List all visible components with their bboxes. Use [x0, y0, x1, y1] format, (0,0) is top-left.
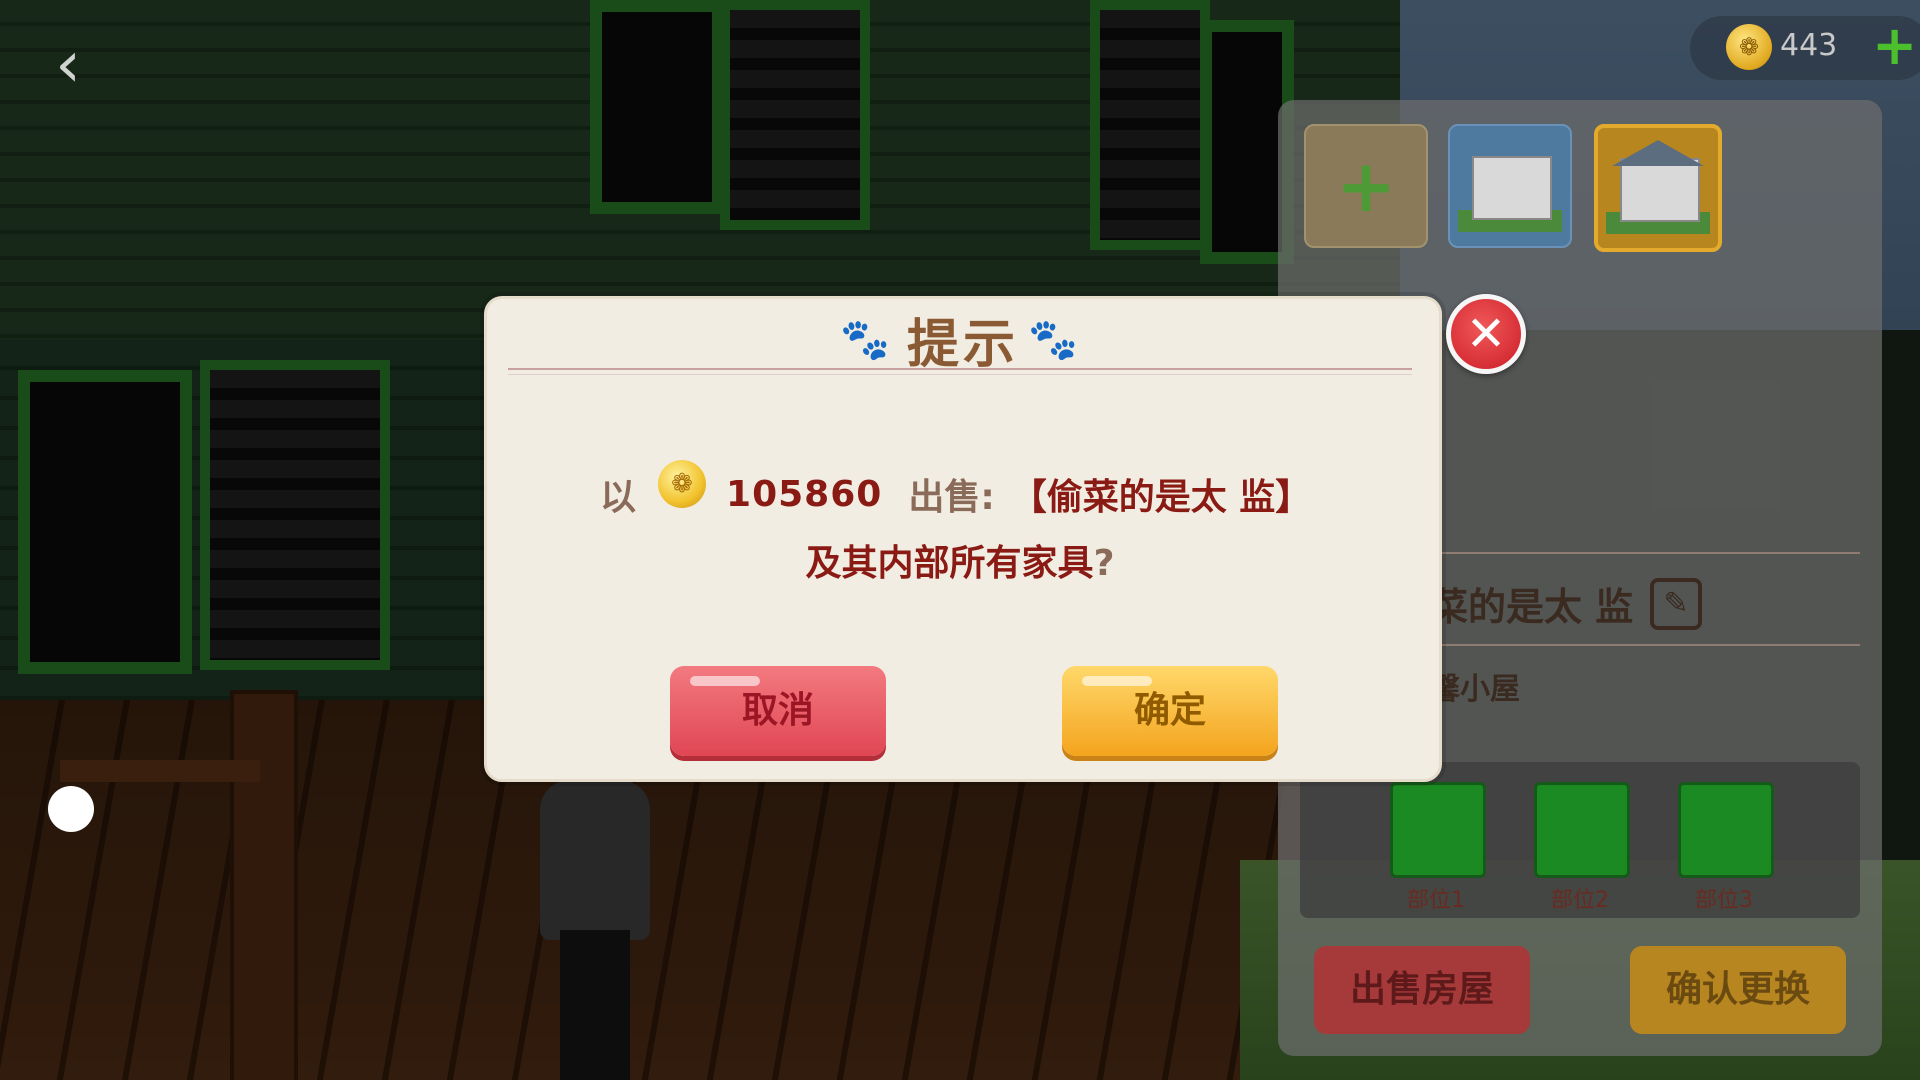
dialog-message-line1: 以 ❁ 105860 出售: 【偷菜的是太 监】 [600, 460, 1312, 520]
back-button[interactable]: ‹ [38, 30, 98, 100]
house-thumbnail [1472, 156, 1552, 220]
part-label-1: 部位1 [1407, 888, 1465, 913]
confirm-button[interactable]: 确定 [1062, 666, 1278, 756]
part-slot-2[interactable] [1534, 782, 1630, 878]
confirm-label: 确定 [1133, 690, 1206, 731]
dialog-message-line2: 及其内部所有家具? [484, 534, 1436, 586]
paw-coin-icon: ❁ [658, 460, 707, 508]
cancel-button[interactable]: 取消 [670, 666, 886, 756]
button-highlight [1082, 676, 1152, 686]
joystick-dot[interactable] [48, 786, 94, 832]
add-house-slot[interactable]: + [1304, 124, 1428, 248]
sell-house-button[interactable]: 出售房屋 [1314, 946, 1530, 1034]
panel-house-type: 馨小屋 [1430, 672, 1520, 707]
house-thumbnail [1620, 158, 1700, 222]
dialog-title: 提示 [906, 315, 1019, 375]
sell-label: 出售: [908, 477, 995, 518]
panel-house-name: 菜的是太 监 [1430, 585, 1634, 629]
house-thumbnail-roof [1612, 140, 1704, 166]
message-furniture-text: 及其内部所有家具 [805, 543, 1094, 584]
button-highlight [690, 676, 760, 686]
paw-coin-icon: ❁ [1726, 24, 1772, 70]
part-label-3: 部位3 [1695, 888, 1753, 913]
coin-count: 443 [1780, 28, 1838, 63]
house-name: 【偷菜的是太 监】 [1010, 477, 1312, 518]
confirm-change-button[interactable]: 确认更换 [1630, 946, 1846, 1034]
add-coins-button[interactable]: + [1872, 18, 1917, 74]
house-slot-2-selected[interactable] [1594, 124, 1722, 252]
edit-name-icon[interactable]: ✎ [1650, 578, 1702, 630]
question-mark: ? [1093, 543, 1115, 584]
paw-icon: 🐾 [1028, 317, 1078, 363]
part-slot-3[interactable] [1678, 782, 1774, 878]
house-slot-1[interactable] [1448, 124, 1572, 248]
plus-icon: + [1335, 144, 1397, 228]
close-dialog-button[interactable]: ✕ [1446, 294, 1526, 374]
cancel-label: 取消 [741, 690, 814, 731]
sell-price: 105860 [726, 473, 883, 515]
part-label-2: 部位2 [1551, 888, 1609, 913]
message-prefix: 以 [600, 477, 637, 518]
title-divider [508, 368, 1412, 375]
part-slot-1[interactable] [1390, 782, 1486, 878]
